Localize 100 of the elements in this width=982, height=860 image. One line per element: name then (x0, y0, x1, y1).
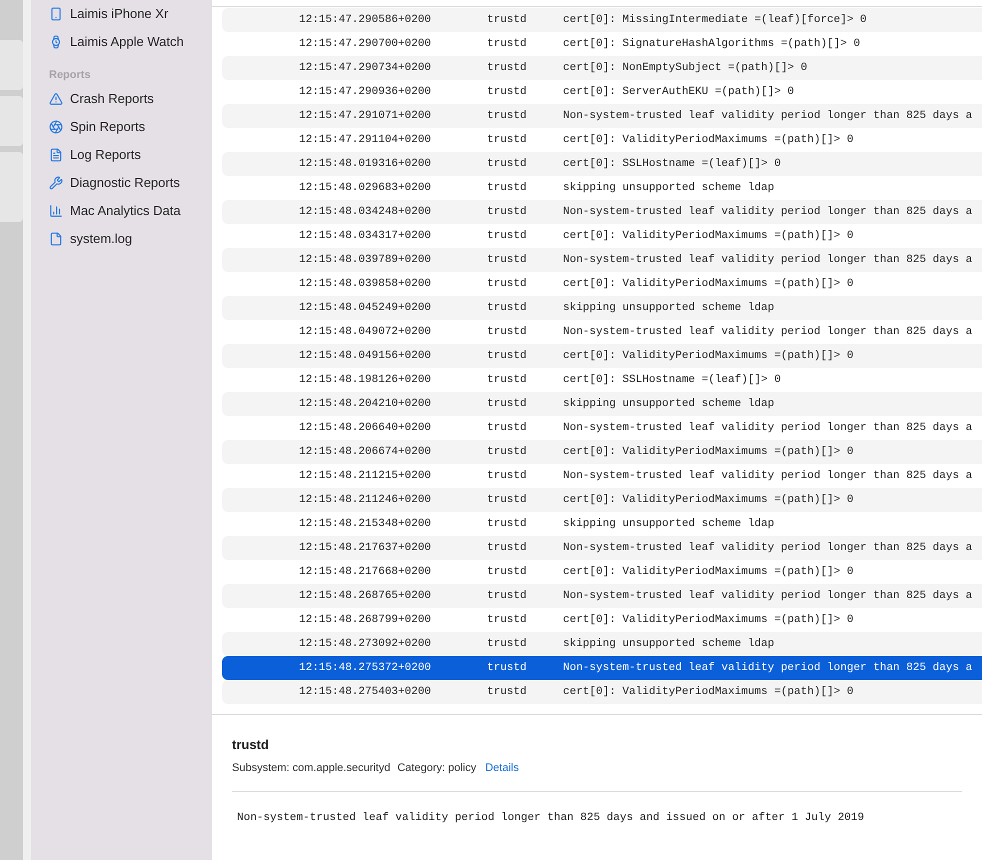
time-cell-text: 12:15:48.019316+0200 (298, 156, 432, 172)
sidebar-item[interactable]: Laimis iPhone Xr (31, 0, 212, 28)
log-row[interactable]: 12:15:47.291104+0200 trustd cert[0]: ValidityPeriodMaximums =(path)[]> 0 (222, 128, 982, 152)
time-cell-text: 12:15:47.290586+0200 (298, 12, 432, 28)
sidebar-item[interactable]: Spin Reports (31, 113, 212, 141)
log-row[interactable]: 12:15:48.217668+0200 trustd cert[0]: ValidityPeriodMaximums =(path)[]> 0 (222, 560, 982, 584)
message-cell-text: Non-system-trusted leaf validity period longer than 825 days a (563, 588, 972, 604)
message-cell-text: skipping unsupported scheme ldap (563, 516, 774, 532)
time-cell-text: 12:15:48.034248+0200 (298, 204, 432, 220)
detail-message: Non-system-trusted leaf validity period longer than 825 days and issued on or after 1 July 2019 (236, 811, 866, 826)
time-cell-text: 12:15:48.206674+0200 (298, 444, 432, 460)
log-row[interactable]: 12:15:48.275372+0200 trustd Non-system-trusted leaf validity period longer than 825 days a (222, 656, 982, 680)
log-row[interactable]: 12:15:48.204210+0200 trustd skipping unsupported scheme ldap (222, 392, 982, 416)
watch-icon (49, 35, 63, 49)
log-row[interactable]: 12:15:48.049156+0200 trustd cert[0]: ValidityPeriodMaximums =(path)[]> 0 (222, 344, 982, 368)
process-cell-text: trustd (487, 156, 528, 172)
message-cell-text: cert[0]: ValidityPeriodMaximums =(path)[]> 0 (563, 228, 854, 244)
log-row[interactable]: 12:15:48.211215+0200 trustd Non-system-trusted leaf validity period longer than 825 days a (222, 464, 982, 488)
message-cell-text: skipping unsupported scheme ldap (563, 300, 774, 316)
time-cell-text: 12:15:47.290936+0200 (298, 84, 432, 100)
time-cell-text: 12:15:48.215348+0200 (298, 516, 432, 532)
message-cell-text: cert[0]: ServerAuthEKU =(path)[]> 0 (563, 84, 794, 100)
message-cell-text: Non-system-trusted leaf validity period longer than 825 days a (563, 324, 972, 340)
log-row[interactable]: 12:15:48.045249+0200 trustd skipping unsupported scheme ldap (222, 296, 982, 320)
time-cell-text: 12:15:48.273092+0200 (298, 636, 432, 652)
process-cell-text: trustd (487, 588, 528, 604)
sidebar-item[interactable]: Crash Reports (31, 85, 212, 113)
time-cell-text: 12:15:48.204210+0200 (298, 396, 432, 412)
time-cell-text: 12:15:48.034317+0200 (298, 228, 432, 244)
log-row[interactable]: 12:15:47.291071+0200 trustd Non-system-trusted leaf validity period longer than 825 days a (222, 104, 982, 128)
process-cell-text: trustd (487, 276, 528, 292)
process-cell-text: trustd (487, 324, 528, 340)
log-row[interactable]: 12:15:48.039789+0200 trustd Non-system-trusted leaf validity period longer than 825 days a (222, 248, 982, 272)
log-row[interactable]: 12:15:48.217637+0200 trustd Non-system-trusted leaf validity period longer than 825 days a (222, 536, 982, 560)
log-row[interactable]: 12:15:48.211246+0200 trustd cert[0]: ValidityPeriodMaximums =(path)[]> 0 (222, 488, 982, 512)
message-cell-text: cert[0]: SSLHostname =(leaf)[]> 0 (563, 372, 781, 388)
message-cell-text: Non-system-trusted leaf validity period longer than 825 days a (563, 108, 972, 124)
message-cell-text: cert[0]: ValidityPeriodMaximums =(path)[]> 0 (563, 684, 854, 700)
log-row[interactable]: 12:15:48.273092+0200 trustd skipping unsupported scheme ldap (222, 632, 982, 656)
process-cell-text: trustd (487, 300, 528, 316)
time-cell-text: 12:15:48.206640+0200 (298, 420, 432, 436)
message-cell-text: Non-system-trusted leaf validity period longer than 825 days a (563, 204, 972, 220)
message-cell-text: cert[0]: ValidityPeriodMaximums =(path)[]> 0 (563, 348, 854, 364)
time-cell-text: 12:15:48.049156+0200 (298, 348, 432, 364)
process-cell-text: trustd (487, 420, 528, 436)
bar-chart-icon (49, 204, 63, 218)
process-cell-text: trustd (487, 516, 528, 532)
process-cell-text: trustd (487, 492, 528, 508)
process-cell-text: trustd (487, 468, 528, 484)
process-cell-text: trustd (487, 204, 528, 220)
message-cell-text: skipping unsupported scheme ldap (563, 396, 774, 412)
warning-icon (49, 92, 63, 106)
message-cell-text: Non-system-trusted leaf validity period longer than 825 days a (563, 468, 972, 484)
details-link[interactable]: Details (485, 760, 519, 776)
log-row[interactable]: 12:15:47.290936+0200 trustd cert[0]: ServerAuthEKU =(path)[]> 0 (222, 80, 982, 104)
log-row[interactable]: 12:15:48.275403+0200 trustd cert[0]: ValidityPeriodMaximums =(path)[]> 0 (222, 680, 982, 704)
aperture-icon (49, 120, 63, 134)
message-cell-text: cert[0]: ValidityPeriodMaximums =(path)[]> 0 (563, 444, 854, 460)
time-cell-text: 12:15:48.039858+0200 (298, 276, 432, 292)
time-cell-text: 12:15:48.268765+0200 (298, 588, 432, 604)
process-cell-text: trustd (487, 636, 528, 652)
message-cell-text: Non-system-trusted leaf validity period longer than 825 days a (563, 660, 972, 676)
message-cell-text: cert[0]: SSLHostname =(leaf)[]> 0 (563, 156, 781, 172)
subsystem-label: Subsystem: com.apple.securityd (232, 760, 390, 776)
log-row[interactable]: 12:15:48.198126+0200 trustd cert[0]: SSLHostname =(leaf)[]> 0 (222, 368, 982, 392)
process-cell-text: trustd (487, 180, 528, 196)
log-row[interactable]: 12:15:48.206674+0200 trustd cert[0]: ValidityPeriodMaximums =(path)[]> 0 (222, 440, 982, 464)
time-cell-text: 12:15:47.290700+0200 (298, 36, 432, 52)
sidebar-item[interactable]: Laimis Apple Watch (31, 28, 212, 56)
log-row[interactable]: 12:15:48.049072+0200 trustd Non-system-trusted leaf validity period longer than 825 days a (222, 320, 982, 344)
log-row[interactable]: 12:15:48.034248+0200 trustd Non-system-trusted leaf validity period longer than 825 days a (222, 200, 982, 224)
sidebar-item[interactable]: Mac Analytics Data (31, 197, 212, 225)
log-row[interactable]: 12:15:48.034317+0200 trustd cert[0]: ValidityPeriodMaximums =(path)[]> 0 (222, 224, 982, 248)
log-row[interactable]: 12:15:48.268799+0200 trustd cert[0]: ValidityPeriodMaximums =(path)[]> 0 (222, 608, 982, 632)
sidebar-item[interactable]: Log Reports (31, 141, 212, 169)
process-cell-text: trustd (487, 252, 528, 268)
log-row[interactable]: 12:15:48.268765+0200 trustd Non-system-trusted leaf validity period longer than 825 days a (222, 584, 982, 608)
sidebar-item[interactable]: system.log (31, 225, 212, 253)
time-cell-text: 12:15:48.039789+0200 (298, 252, 432, 268)
log-row[interactable]: 12:15:48.039858+0200 trustd cert[0]: ValidityPeriodMaximums =(path)[]> 0 (222, 272, 982, 296)
process-cell-text: trustd (487, 36, 528, 52)
log-row[interactable]: 12:15:47.290734+0200 trustd cert[0]: NonEmptySubject =(path)[]> 0 (222, 56, 982, 80)
time-cell-text: 12:15:48.211246+0200 (298, 492, 432, 508)
log-row[interactable]: 12:15:48.019316+0200 trustd cert[0]: SSLHostname =(leaf)[]> 0 (222, 152, 982, 176)
log-row[interactable]: 12:15:48.215348+0200 trustd skipping unsupported scheme ldap (222, 512, 982, 536)
process-cell-text: trustd (487, 108, 528, 124)
log-row[interactable]: 12:15:47.290700+0200 trustd cert[0]: SignatureHashAlgorithms =(path)[]> 0 (222, 32, 982, 56)
process-cell-text: trustd (487, 612, 528, 628)
process-cell-text: trustd (487, 132, 528, 148)
log-row[interactable]: 12:15:48.206640+0200 trustd Non-system-trusted leaf validity period longer than 825 days a (222, 416, 982, 440)
log-row[interactable]: 12:15:48.029683+0200 trustd skipping unsupported scheme ldap (222, 176, 982, 200)
detail-title: trustd (232, 736, 270, 754)
message-cell-text: cert[0]: ValidityPeriodMaximums =(path)[]> 0 (563, 492, 854, 508)
time-cell-text: 12:15:48.268799+0200 (298, 612, 432, 628)
log-row[interactable]: 12:15:47.290586+0200 trustd cert[0]: MissingIntermediate =(leaf)[force]> 0 (222, 8, 982, 32)
process-cell-text: trustd (487, 444, 528, 460)
sidebar-item[interactable]: Diagnostic Reports (31, 169, 212, 197)
process-cell-text: trustd (487, 84, 528, 100)
time-cell-text: 12:15:47.291071+0200 (298, 108, 432, 124)
document-icon (49, 148, 63, 162)
